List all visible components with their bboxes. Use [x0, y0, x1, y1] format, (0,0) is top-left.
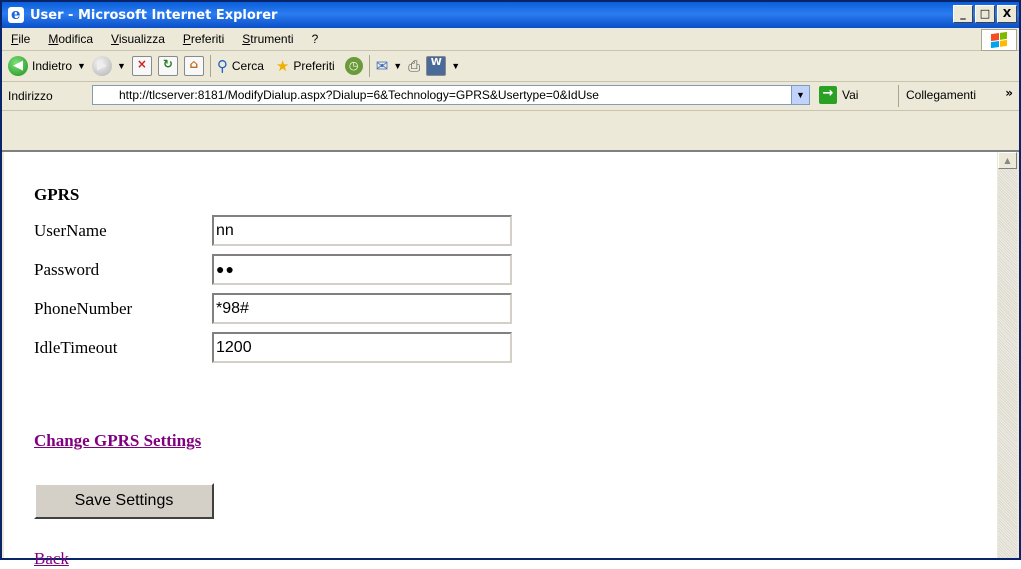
history-icon: ◷ [344, 57, 363, 75]
menu-preferiti[interactable]: Preferiti [174, 32, 233, 46]
form-row-idletimeout: IdleTimeout 1200 [34, 328, 512, 367]
back-arrow-icon: ◀ [8, 56, 28, 76]
phonenumber-input[interactable]: *98# [212, 293, 512, 324]
print-icon: ⎙ [408, 57, 421, 75]
username-input[interactable]: nn [212, 215, 512, 246]
address-dropdown-icon[interactable]: ▼ [791, 86, 809, 104]
title-bar: User - Microsoft Internet Explorer _ □ X [2, 2, 1019, 28]
username-label: UserName [34, 220, 107, 240]
home-icon: ⌂ [183, 56, 204, 76]
dialup-form: GPRS UserName nn Password ●● PhoneNumber… [34, 185, 512, 568]
star-icon: ★ [275, 58, 290, 75]
browser-window: User - Microsoft Internet Explorer _ □ X… [0, 0, 1021, 568]
edit-button[interactable]: W ▼ [426, 56, 460, 76]
page-heading: GPRS [34, 185, 80, 204]
favorites-label: Preferiti [293, 59, 335, 73]
password-label: Password [34, 259, 100, 279]
address-label: Indirizzo [8, 89, 53, 103]
links-toolbar[interactable]: Collegamenti [906, 88, 976, 102]
scroll-up-icon[interactable]: ▲ [998, 152, 1017, 169]
mail-icon: ✉ [375, 58, 389, 75]
menu-file[interactable]: File [2, 32, 39, 46]
go-arrow-icon: → [819, 86, 837, 104]
stop-icon: × [131, 56, 152, 76]
change-gprs-settings-link[interactable]: Change GPRS Settings [34, 431, 201, 451]
toolbar-separator [368, 55, 370, 77]
idletimeout-input[interactable]: 1200 [212, 332, 512, 363]
back-label: Indietro [32, 59, 73, 73]
links-separator [898, 85, 899, 107]
home-button[interactable]: ⌂ [183, 56, 204, 76]
mail-button[interactable]: ✉ ▼ [376, 57, 403, 75]
forward-arrow-icon: ▶ [91, 56, 112, 76]
form-row-username: UserName nn [34, 211, 512, 250]
menu-help[interactable]: ? [303, 32, 328, 46]
search-label: Cerca [231, 59, 264, 73]
stop-button[interactable]: × [131, 56, 152, 76]
address-bar: Indirizzo http://tlcserver:8181/ModifyDi… [2, 82, 1019, 111]
menu-visualizza[interactable]: Visualizza [102, 32, 174, 46]
maximize-button[interactable]: □ [975, 5, 995, 23]
history-button[interactable]: ◷ [344, 57, 363, 75]
back-link[interactable]: Back [34, 549, 69, 569]
window-controls: _ □ X [953, 5, 1017, 23]
chevron-icon[interactable]: » [1005, 86, 1013, 100]
print-button[interactable]: ⎙ [408, 58, 420, 75]
edit-icon: W [426, 56, 447, 76]
favorites-button[interactable]: ★ Preferiti [276, 57, 335, 75]
refresh-button[interactable]: ↻ [157, 56, 178, 76]
toolbar-separator [209, 55, 211, 77]
form-row-phonenumber: PhoneNumber *98# [34, 289, 512, 328]
back-button[interactable]: ◀ Indietro ▼ [8, 56, 86, 76]
menu-modifica[interactable]: Modifica [39, 32, 102, 46]
password-input[interactable]: ●● [212, 254, 512, 285]
address-url: http://tlcserver:8181/ModifyDialup.aspx?… [119, 88, 599, 102]
page-content: GPRS UserName nn Password ●● PhoneNumber… [4, 152, 997, 568]
search-icon: ⚲ [216, 58, 228, 75]
go-button[interactable]: → Vai [819, 86, 858, 104]
phonenumber-label: PhoneNumber [34, 298, 133, 318]
dropdown-arrow-icon[interactable]: ▼ [77, 61, 86, 71]
ie-icon [8, 5, 24, 23]
close-button[interactable]: X [997, 5, 1017, 23]
menu-bar: File Modifica Visualizza Preferiti Strum… [2, 28, 1019, 51]
dropdown-arrow-icon[interactable]: ▼ [393, 61, 402, 71]
standard-toolbar: ◀ Indietro ▼ ▶ ▼ × ↻ ⌂ ⚲ Cerca ★ Preferi… [2, 51, 1019, 82]
menu-strumenti[interactable]: Strumenti [233, 32, 302, 46]
vertical-scrollbar[interactable]: ▲ [998, 152, 1017, 558]
window-title: User - Microsoft Internet Explorer [30, 7, 278, 23]
dropdown-arrow-icon[interactable]: ▼ [117, 61, 126, 71]
form-row-password: Password ●● [34, 250, 512, 289]
forward-button[interactable]: ▶ ▼ [91, 56, 126, 76]
windows-logo-icon [981, 29, 1017, 51]
minimize-button[interactable]: _ [953, 5, 973, 23]
dropdown-arrow-icon[interactable]: ▼ [451, 61, 460, 71]
search-button[interactable]: ⚲ Cerca [217, 57, 264, 75]
refresh-icon: ↻ [157, 56, 178, 76]
address-input[interactable]: http://tlcserver:8181/ModifyDialup.aspx?… [92, 85, 810, 105]
idletimeout-label: IdleTimeout [34, 337, 118, 357]
save-settings-button[interactable]: Save Settings [34, 483, 214, 519]
go-label: Vai [842, 88, 859, 102]
